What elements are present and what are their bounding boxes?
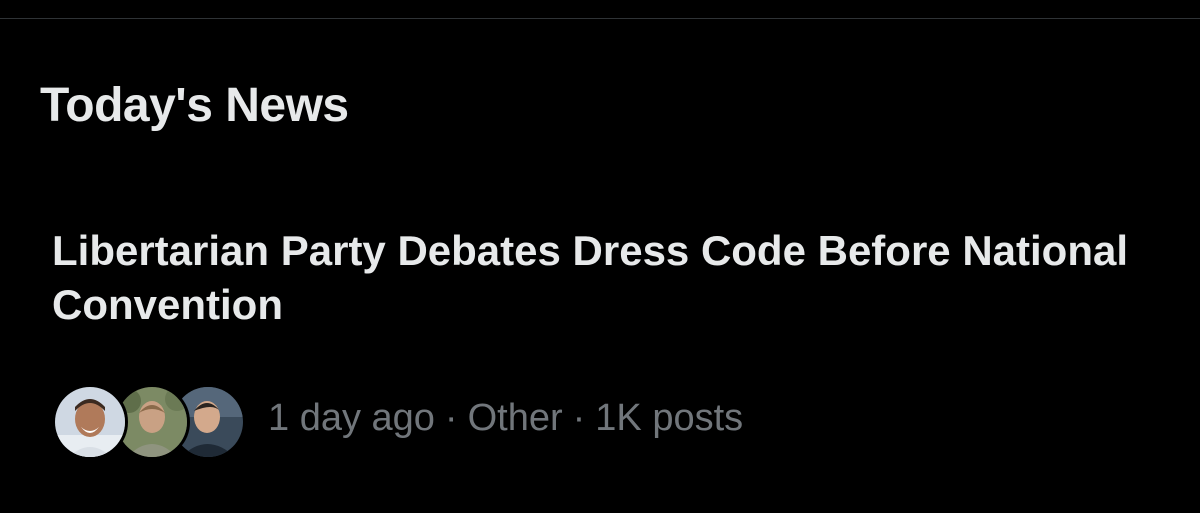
meta-separator: · bbox=[572, 396, 586, 439]
news-headline[interactable]: Libertarian Party Debates Dress Code Bef… bbox=[52, 224, 1152, 332]
news-meta: 1 day ago · Other · 1K posts bbox=[268, 397, 743, 440]
section-title: Today's News bbox=[40, 79, 349, 132]
meta-separator: · bbox=[444, 396, 458, 439]
top-divider bbox=[0, 18, 1200, 19]
news-item[interactable]: Libertarian Party Debates Dress Code Bef… bbox=[0, 210, 1200, 490]
person-avatar-icon bbox=[55, 387, 125, 457]
avatar-stack bbox=[52, 380, 246, 460]
avatar bbox=[52, 384, 128, 460]
news-time: 1 day ago bbox=[268, 396, 435, 439]
news-category: Other bbox=[467, 396, 563, 439]
page: Today's News Libertarian Party Debates D… bbox=[0, 0, 1200, 513]
news-meta-row: 1 day ago · Other · 1K posts bbox=[52, 380, 743, 460]
news-post-count: 1K posts bbox=[595, 396, 744, 439]
